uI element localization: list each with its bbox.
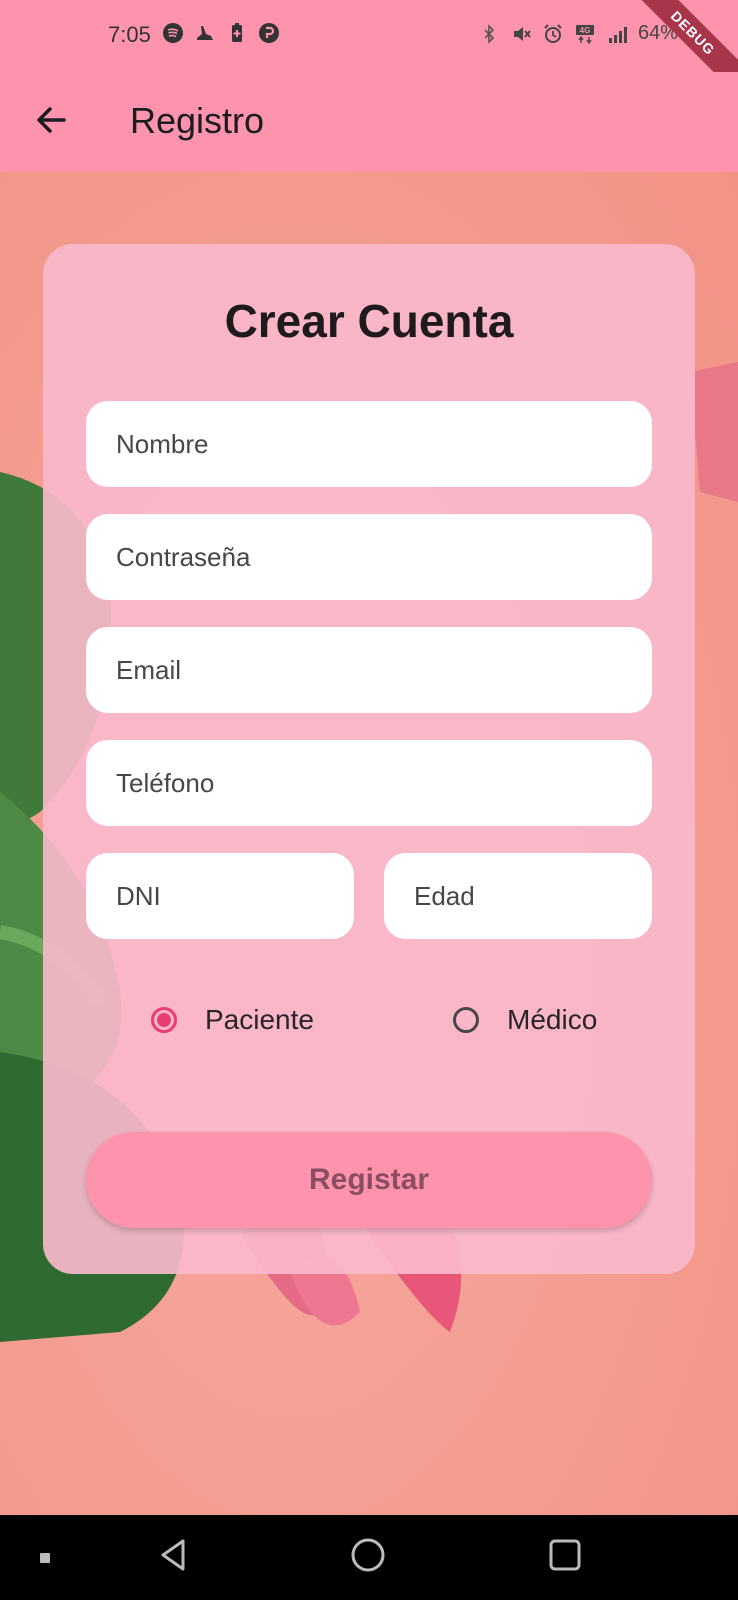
spotify-icon [163, 23, 183, 43]
card-title: Crear Cuenta [224, 295, 514, 347]
radio-unselected-icon [453, 1007, 479, 1033]
telefono-input[interactable]: Teléfono [86, 740, 652, 826]
password-input[interactable]: Contraseña [86, 514, 652, 600]
svg-text:4G: 4G [580, 26, 591, 35]
radio-paciente[interactable]: Paciente [151, 1004, 314, 1036]
battery-plus-icon [232, 23, 242, 42]
status-icons-left [162, 22, 280, 44]
radio-medico-label: Médico [507, 1004, 598, 1035]
nav-home-icon[interactable] [348, 1535, 388, 1575]
register-button[interactable]: Registar [86, 1132, 652, 1228]
radio-paciente-label: Paciente [205, 1004, 314, 1035]
edad-placeholder: Edad [414, 880, 475, 911]
bluetooth-icon [484, 23, 495, 44]
p-app-icon [259, 23, 279, 43]
dni-input[interactable]: DNI [86, 853, 354, 939]
role-radio-group: Paciente Médico [43, 1004, 695, 1064]
radio-medico[interactable]: Médico [453, 1004, 597, 1036]
status-icons-right: 4G 64% [478, 22, 678, 45]
alarm-icon [544, 23, 562, 43]
shoe-icon [197, 26, 213, 40]
arrow-back-icon [37, 107, 66, 133]
email-placeholder: Email [116, 654, 182, 685]
nav-back-icon[interactable] [155, 1535, 195, 1575]
radio-selected-icon [151, 1007, 177, 1033]
status-time: 7:05 [108, 22, 151, 47]
nombre-input[interactable]: Nombre [86, 401, 652, 487]
system-nav-bar [0, 1515, 738, 1600]
radio-dot [157, 1013, 171, 1027]
back-button[interactable] [30, 98, 74, 142]
nav-dot-icon [40, 1553, 50, 1563]
nombre-placeholder: Nombre [116, 428, 209, 459]
password-placeholder: Contraseña [116, 541, 251, 572]
4g-icon: 4G [575, 24, 594, 44]
register-card: Crear Cuenta Nombre Contraseña Email Tel… [43, 244, 695, 1274]
status-bar: 7:05 4G 64% DEBUG [0, 0, 738, 96]
edad-input[interactable]: Edad [384, 853, 652, 939]
telefono-placeholder: Teléfono [116, 767, 215, 798]
app-bar: Registro [0, 72, 738, 172]
mute-icon [513, 26, 531, 41]
signal-icon [608, 26, 627, 43]
dni-placeholder: DNI [116, 880, 161, 911]
page-title: Registro [130, 100, 265, 141]
nav-recents-icon[interactable] [545, 1535, 585, 1575]
email-input[interactable]: Email [86, 627, 652, 713]
